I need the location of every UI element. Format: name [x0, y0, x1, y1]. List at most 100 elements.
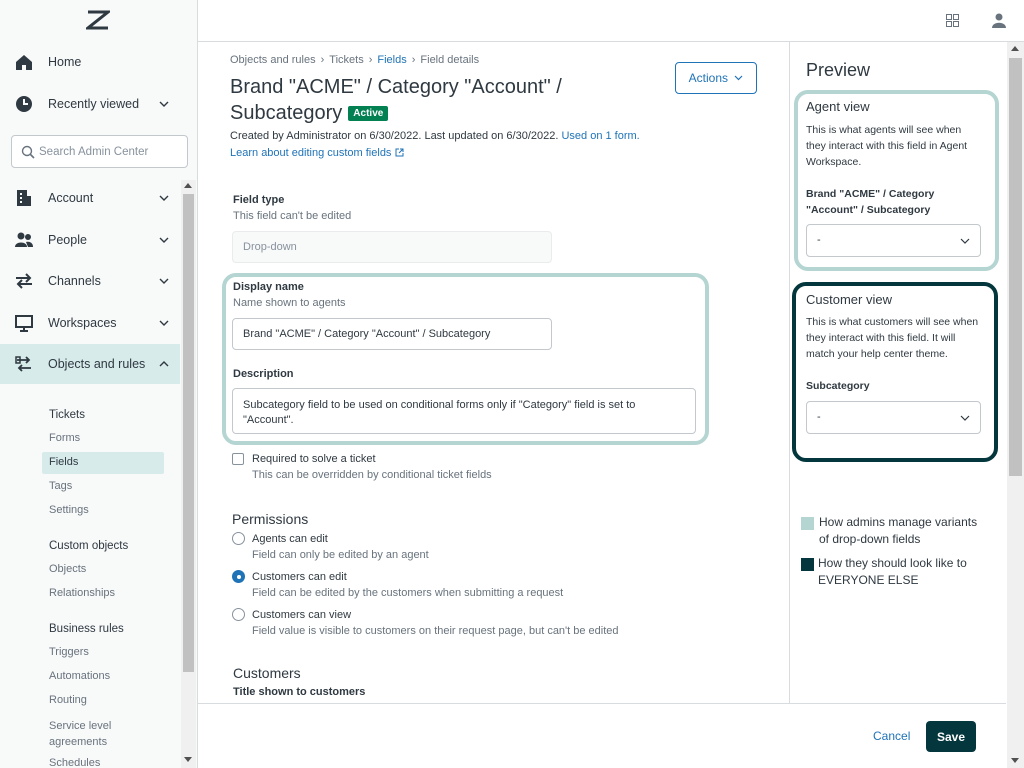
- customers-title-label: Title shown to customers: [233, 686, 366, 698]
- display-name-hint: Name shown to agents: [233, 297, 346, 309]
- section-business-rules-heading: Business rules: [49, 623, 124, 635]
- agent-view-field-label: Brand "ACME" / Category "Account" / Subc…: [806, 188, 935, 216]
- display-name-label: Display name: [233, 281, 304, 293]
- home-icon: [16, 55, 32, 70]
- radio-customers-can-edit[interactable]: [232, 570, 245, 583]
- breadcrumb-fields[interactable]: Fields: [377, 54, 406, 66]
- chevron-down-icon: [960, 238, 970, 244]
- section-tickets-heading: Tickets: [49, 409, 85, 421]
- actions-button[interactable]: Actions: [675, 62, 757, 94]
- breadcrumb-tickets[interactable]: Tickets: [329, 54, 363, 66]
- sidebar-item-relationships[interactable]: Relationships: [49, 587, 115, 599]
- scroll-up-arrow[interactable]: [1011, 46, 1019, 51]
- chevron-right-icon: ›: [320, 54, 325, 66]
- clock-icon: [16, 96, 32, 112]
- scroll-up-arrow[interactable]: [184, 183, 192, 188]
- cancel-button[interactable]: Cancel: [873, 729, 910, 743]
- permission-hint: Field can only be edited by an agent: [252, 549, 429, 561]
- sidebar-item-settings[interactable]: Settings: [49, 504, 89, 516]
- main-scroll-thumb[interactable]: [1009, 58, 1022, 476]
- product-tray-icon[interactable]: [946, 14, 959, 27]
- search-icon: [21, 145, 35, 159]
- permission-label: Customers can view: [252, 609, 352, 621]
- customer-view-heading: Customer view: [806, 292, 892, 307]
- nav-home[interactable]: Home: [0, 42, 180, 82]
- customer-select-value: -: [817, 411, 821, 423]
- page-title-text: Brand "ACME" / Category "Account" / Subc…: [230, 76, 562, 124]
- sidebar-item-automations[interactable]: Automations: [49, 670, 110, 682]
- learn-link-text[interactable]: Learn about editing custom fields: [230, 147, 391, 159]
- nav-recently-viewed[interactable]: Recently viewed: [0, 84, 180, 124]
- created-text: Created by Administrator on 6/30/2022. L…: [230, 130, 559, 142]
- sidebar-item-fields[interactable]: Fields: [49, 456, 78, 468]
- used-on-link[interactable]: Used on 1 form.: [561, 130, 639, 142]
- customer-preview-select[interactable]: -: [806, 401, 981, 434]
- chevron-down-icon: [734, 75, 743, 81]
- main-scrollbar[interactable]: [1007, 42, 1024, 768]
- nav-account-label: Account: [48, 191, 94, 205]
- permission-label: Customers can edit: [252, 571, 347, 583]
- nav-channels[interactable]: Channels: [0, 261, 180, 301]
- created-info: Created by Administrator on 6/30/2022. L…: [230, 130, 640, 142]
- customer-view-highlight: [792, 282, 998, 462]
- learn-link[interactable]: Learn about editing custom fields: [230, 147, 404, 159]
- sidebar-scroll-thumb[interactable]: [183, 194, 194, 672]
- field-type-hint: This field can't be edited: [233, 210, 352, 222]
- building-icon: [17, 190, 31, 206]
- nav-channels-label: Channels: [48, 274, 101, 288]
- permission-hint: Field can be edited by the customers whe…: [252, 587, 564, 599]
- agent-view-heading: Agent view: [806, 99, 870, 114]
- customer-view-description: This is what customers will see when the…: [806, 316, 979, 360]
- legend-admin-variants: How admins manage variants of drop-down …: [819, 515, 978, 546]
- sidebar-item-routing[interactable]: Routing: [49, 694, 87, 706]
- radio-customers-can-view[interactable]: [232, 608, 245, 621]
- sidebar-item-schedules[interactable]: Schedules: [49, 757, 100, 768]
- people-icon: [15, 232, 33, 247]
- chevron-up-icon: [159, 361, 169, 367]
- chevron-right-icon: ›: [368, 54, 373, 66]
- radio-agents-can-edit[interactable]: [232, 532, 245, 545]
- nav-account[interactable]: Account: [0, 178, 180, 218]
- permissions-heading: Permissions: [232, 511, 309, 527]
- legend-swatch-dark: [801, 558, 814, 571]
- sidebar-item-service-level-agreements[interactable]: Service level agreements: [49, 718, 129, 750]
- sidebar-item-forms[interactable]: Forms: [49, 432, 80, 444]
- channels-arrows-icon: [16, 273, 32, 289]
- field-type-label: Field type: [233, 194, 285, 206]
- admin-search[interactable]: [11, 135, 188, 168]
- required-label: Required to solve a ticket: [252, 453, 376, 465]
- description-textarea[interactable]: Subcategory field to be used on conditio…: [232, 388, 696, 434]
- nav-people[interactable]: People: [0, 220, 180, 260]
- required-checkbox[interactable]: [232, 453, 244, 465]
- objects-rules-icon: [15, 356, 31, 372]
- scroll-down-arrow[interactable]: [1011, 758, 1019, 763]
- customer-view-field-label: Subcategory: [806, 380, 870, 392]
- nav-objects-and-rules-label: Objects and rules: [48, 357, 146, 371]
- agent-preview-select[interactable]: -: [806, 224, 981, 257]
- search-input[interactable]: [39, 143, 179, 161]
- sidebar-item-triggers[interactable]: Triggers: [49, 646, 89, 658]
- display-name-field[interactable]: [232, 318, 552, 350]
- permission-hint: Field value is visible to customers on t…: [252, 625, 619, 637]
- scroll-down-arrow[interactable]: [184, 757, 192, 762]
- nav-workspaces[interactable]: Workspaces: [0, 303, 180, 343]
- permission-label: Agents can edit: [252, 533, 328, 545]
- customers-heading: Customers: [233, 665, 301, 681]
- field-type-input: Drop-down: [232, 231, 552, 263]
- user-avatar-icon[interactable]: [992, 13, 1006, 28]
- nav-objects-and-rules[interactable]: Objects and rules: [0, 344, 180, 384]
- breadcrumb-objects-and-rules[interactable]: Objects and rules: [230, 54, 316, 66]
- chevron-down-icon: [159, 237, 169, 243]
- nav-home-label: Home: [48, 55, 82, 69]
- legend-swatch-light: [801, 517, 814, 530]
- sidebar-item-tags[interactable]: Tags: [49, 480, 72, 492]
- zendesk-logo[interactable]: [86, 10, 110, 30]
- save-button[interactable]: Save: [926, 721, 976, 752]
- required-hint: This can be overridden by conditional ti…: [252, 469, 492, 481]
- external-link-icon: [395, 148, 403, 157]
- sidebar-item-objects[interactable]: Objects: [49, 563, 86, 575]
- page-title: Brand "ACME" / Category "Account" / Subc…: [230, 74, 630, 126]
- agent-view-description: This is what agents will see when they i…: [806, 124, 968, 168]
- sidebar-scrollbar[interactable]: [181, 180, 196, 768]
- legend-everyone-else: How they should look like to EVERYONE EL…: [818, 556, 967, 587]
